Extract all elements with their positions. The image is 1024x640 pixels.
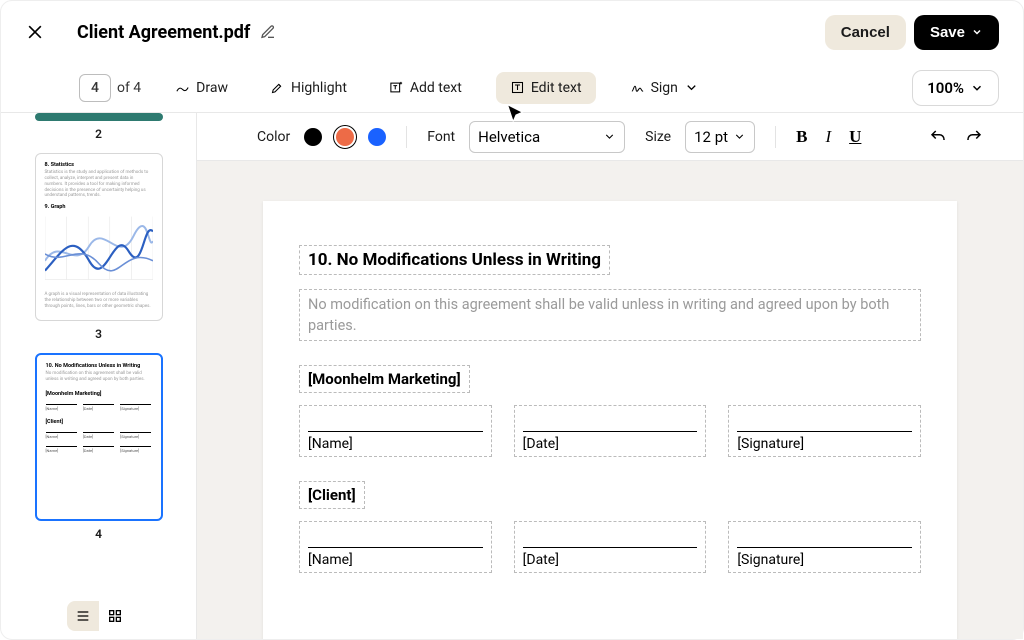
save-button[interactable]: Save: [914, 15, 999, 50]
italic-button[interactable]: I: [825, 127, 831, 147]
color-label: Color: [257, 129, 290, 145]
underline-button[interactable]: U: [849, 127, 861, 147]
divider: [406, 126, 407, 148]
edit-text-icon: [510, 80, 525, 95]
text-format-toolbar: Color Font Helvetica Size 12 pt B I U: [197, 113, 1023, 161]
document-viewport[interactable]: 10. No Modifications Unless in Writing N…: [197, 161, 1023, 639]
highlight-icon: [270, 80, 285, 95]
add-text-tool[interactable]: Add text: [381, 74, 470, 102]
undo-icon[interactable]: [929, 128, 947, 146]
thumbnail-page-4[interactable]: 10. No Modifications Unless in Writing N…: [35, 353, 163, 521]
zoom-dropdown[interactable]: 100%: [912, 70, 999, 106]
date-field[interactable]: [Date]: [514, 405, 707, 457]
highlight-tool[interactable]: Highlight: [262, 74, 355, 102]
font-label: Font: [427, 129, 455, 145]
party2-field[interactable]: [Client]: [299, 481, 365, 509]
draw-tool[interactable]: Draw: [167, 74, 236, 102]
view-toggle: [67, 601, 131, 631]
chevron-down-icon: [603, 130, 616, 143]
size-select[interactable]: 12 pt: [685, 121, 755, 153]
color-swatch-orange[interactable]: [336, 128, 354, 146]
chevron-down-icon: [733, 130, 746, 143]
canvas: Color Font Helvetica Size 12 pt B I U: [197, 113, 1023, 639]
sign-tool[interactable]: Sign: [622, 74, 707, 102]
document-title: Client Agreement.pdf: [77, 22, 250, 43]
section-title-field[interactable]: 10. No Modifications Unless in Writing: [299, 245, 610, 275]
app-header: Client Agreement.pdf Cancel Save: [1, 1, 1023, 63]
size-label: Size: [645, 129, 671, 145]
thumb-label-3: 3: [95, 327, 102, 341]
thumbnail-page-3[interactable]: 8. Statistics Statistics is the study an…: [35, 153, 163, 321]
page-content: 10. No Modifications Unless in Writing N…: [263, 201, 957, 639]
name-field[interactable]: [Name]: [299, 521, 492, 573]
thumb-label-4: 4: [95, 527, 102, 541]
add-text-icon: [389, 80, 404, 95]
color-swatch-black[interactable]: [304, 128, 322, 146]
signature-field[interactable]: [Signature]: [728, 521, 921, 573]
signature-field[interactable]: [Signature]: [728, 405, 921, 457]
rename-icon[interactable]: [260, 24, 276, 40]
draw-icon: [175, 80, 190, 95]
list-icon: [75, 608, 91, 624]
close-icon[interactable]: [25, 22, 45, 42]
main-toolbar: 4 of 4 Draw Highlight Add text Edit text…: [1, 63, 1023, 113]
current-page-input[interactable]: 4: [79, 74, 111, 102]
edit-text-tool[interactable]: Edit text: [496, 72, 596, 104]
page-indicator: 4 of 4: [79, 74, 141, 102]
divider: [775, 126, 776, 148]
party1-field[interactable]: [Moonhelm Marketing]: [299, 365, 470, 393]
cancel-button[interactable]: Cancel: [825, 15, 906, 50]
thumbnail-page-2-partial[interactable]: [35, 113, 163, 121]
chevron-down-icon: [684, 80, 699, 95]
chart-thumbnail-icon: [45, 216, 153, 284]
color-swatch-blue[interactable]: [368, 128, 386, 146]
workspace: 2 8. Statistics Statistics is the study …: [1, 113, 1023, 639]
redo-icon[interactable]: [965, 128, 983, 146]
save-label: Save: [930, 24, 965, 41]
grid-view-toggle[interactable]: [99, 601, 131, 631]
bold-button[interactable]: B: [796, 127, 807, 147]
thumbnail-sidebar: 2 8. Statistics Statistics is the study …: [1, 113, 197, 639]
name-field[interactable]: [Name]: [299, 405, 492, 457]
thumb-label-2: 2: [95, 127, 102, 141]
chevron-down-icon: [970, 81, 984, 95]
section-body-field[interactable]: No modification on this agreement shall …: [299, 289, 921, 341]
date-field[interactable]: [Date]: [514, 521, 707, 573]
list-view-toggle[interactable]: [67, 601, 99, 631]
sign-icon: [630, 80, 645, 95]
chevron-down-icon: [971, 26, 983, 38]
page-total: of 4: [117, 80, 141, 96]
font-select[interactable]: Helvetica: [469, 121, 625, 153]
grid-icon: [107, 608, 123, 624]
